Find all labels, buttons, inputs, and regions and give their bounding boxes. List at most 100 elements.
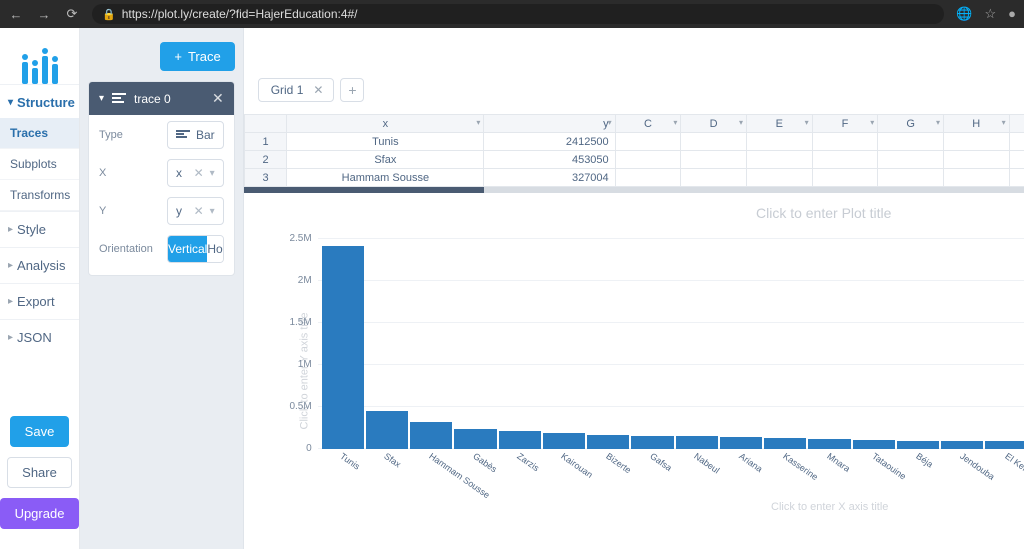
lock-icon: 🔒 bbox=[102, 8, 116, 21]
column-header[interactable]: G▾ bbox=[878, 115, 944, 133]
profile-icon[interactable]: ● bbox=[1008, 6, 1016, 22]
bar[interactable] bbox=[631, 436, 673, 449]
table-row[interactable]: 1Tunis2412500 bbox=[244, 133, 1024, 151]
table-row[interactable]: 3Hammam Sousse327004 bbox=[244, 169, 1024, 187]
add-trace-button[interactable]: + Trace bbox=[160, 42, 234, 71]
orientation-vertical[interactable]: Vertical bbox=[168, 236, 207, 262]
bar[interactable] bbox=[454, 429, 496, 449]
trace-name: trace 0 bbox=[134, 92, 171, 106]
x-tick: Tataouine bbox=[854, 449, 898, 497]
translate-icon[interactable]: 🌐 bbox=[956, 6, 972, 22]
x-tick: Kairouan bbox=[543, 449, 587, 497]
bar[interactable] bbox=[410, 422, 452, 449]
bar-chart-icon bbox=[176, 130, 190, 140]
x-tick: Hammam Sousse bbox=[410, 449, 454, 497]
bar[interactable] bbox=[366, 411, 408, 449]
sidebar-style[interactable]: ▸Style bbox=[0, 211, 79, 247]
bar[interactable] bbox=[808, 439, 850, 449]
back-icon[interactable]: ← bbox=[8, 7, 24, 22]
x-tick: Tunis bbox=[322, 449, 366, 497]
browser-chrome: ← → ⟳ 🔒 https://plot.ly/create/?fid=Haje… bbox=[0, 0, 1024, 28]
bar[interactable] bbox=[985, 441, 1024, 449]
chevron-right-icon: ▸ bbox=[8, 296, 13, 307]
bars-icon bbox=[112, 92, 126, 106]
canvas: ⇪ Import HajerEdu Grid 1 ✕ + x▾y▾C▾D▾E▾F… bbox=[244, 28, 1024, 549]
sidebar-analysis[interactable]: ▸Analysis bbox=[0, 247, 79, 283]
chevron-down-icon: ▾ bbox=[210, 168, 215, 179]
plot-title-placeholder[interactable]: Click to enter Plot title bbox=[244, 205, 1024, 221]
close-icon[interactable]: ✕ bbox=[313, 83, 323, 97]
bar[interactable] bbox=[499, 431, 541, 449]
upgrade-button[interactable]: Upgrade bbox=[0, 498, 79, 529]
column-header[interactable]: D▾ bbox=[681, 115, 747, 133]
chevron-down-icon: ▾ bbox=[99, 93, 104, 104]
url-bar[interactable]: 🔒 https://plot.ly/create/?fid=HajerEduca… bbox=[92, 4, 944, 24]
x-label: X bbox=[99, 167, 159, 179]
x-tick: Bizerte bbox=[588, 449, 632, 497]
column-header[interactable]: I▾ bbox=[1009, 115, 1024, 133]
chart[interactable]: Click to enter Plot title Click to enter… bbox=[244, 193, 1024, 549]
chevron-down-icon: ▾ bbox=[8, 97, 13, 108]
x-tick: Gabès bbox=[455, 449, 499, 497]
chevron-right-icon: ▸ bbox=[8, 332, 13, 343]
column-header[interactable]: E▾ bbox=[746, 115, 812, 133]
x-tick: Kasserine bbox=[765, 449, 809, 497]
sidebar-json[interactable]: ▸JSON bbox=[0, 319, 79, 355]
add-tab-button[interactable]: + bbox=[340, 78, 364, 102]
sidebar-item-traces[interactable]: Traces bbox=[0, 118, 79, 149]
x-tick: Zarzis bbox=[499, 449, 543, 497]
x-axis-title-placeholder[interactable]: Click to enter X axis title bbox=[274, 497, 1024, 515]
trace-accordion: ▾ trace 0 ✕ Type Bar X x ✕▾ Y bbox=[88, 81, 235, 276]
bar[interactable] bbox=[897, 441, 939, 449]
column-header[interactable]: H▾ bbox=[943, 115, 1009, 133]
trace-header[interactable]: ▾ trace 0 ✕ bbox=[89, 82, 234, 115]
orientation-horizontal[interactable]: Horizontal bbox=[207, 236, 223, 262]
save-button[interactable]: Save bbox=[10, 416, 70, 447]
bar[interactable] bbox=[676, 436, 718, 449]
clear-icon[interactable]: ✕ bbox=[194, 166, 204, 180]
tab-grid1[interactable]: Grid 1 ✕ bbox=[258, 78, 335, 102]
plotly-logo bbox=[0, 28, 79, 84]
bar[interactable] bbox=[853, 440, 895, 449]
x-tick: Ariana bbox=[721, 449, 765, 497]
url-text: https://plot.ly/create/?fid=HajerEducati… bbox=[122, 7, 358, 21]
chevron-right-icon: ▸ bbox=[8, 224, 13, 235]
column-header[interactable]: C▾ bbox=[615, 115, 681, 133]
y-label: Y bbox=[99, 205, 159, 217]
plus-icon: + bbox=[174, 49, 182, 64]
star-icon[interactable]: ☆ bbox=[984, 6, 996, 22]
sidebar-export[interactable]: ▸Export bbox=[0, 283, 79, 319]
column-header[interactable]: x▾ bbox=[287, 115, 484, 133]
x-select[interactable]: x ✕▾ bbox=[167, 159, 224, 187]
bar[interactable] bbox=[587, 435, 629, 449]
x-tick: Béja bbox=[898, 449, 942, 497]
type-label: Type bbox=[99, 129, 159, 141]
x-tick: Sfax bbox=[366, 449, 410, 497]
bar[interactable] bbox=[720, 437, 762, 449]
chevron-right-icon: ▸ bbox=[8, 260, 13, 271]
bar[interactable] bbox=[543, 433, 585, 449]
sidebar-structure-label: Structure bbox=[17, 95, 75, 110]
reload-icon[interactable]: ⟳ bbox=[64, 6, 80, 22]
x-tick: Mnara bbox=[809, 449, 853, 497]
orientation-label: Orientation bbox=[99, 243, 159, 255]
bar[interactable] bbox=[764, 438, 806, 449]
y-select[interactable]: y ✕▾ bbox=[167, 197, 224, 225]
sidebar-item-transforms[interactable]: Transforms bbox=[0, 180, 79, 211]
share-button[interactable]: Share bbox=[7, 457, 72, 488]
sidebar-item-subplots[interactable]: Subplots bbox=[0, 149, 79, 180]
column-header[interactable]: y▾ bbox=[484, 115, 615, 133]
table-row[interactable]: 2Sfax453050 bbox=[244, 151, 1024, 169]
x-tick: Nabeul bbox=[676, 449, 720, 497]
clear-icon[interactable]: ✕ bbox=[194, 204, 204, 218]
bar[interactable] bbox=[941, 441, 983, 449]
column-header[interactable]: F▾ bbox=[812, 115, 878, 133]
sidebar-structure[interactable]: ▾ Structure bbox=[0, 84, 79, 118]
bar[interactable] bbox=[322, 246, 364, 449]
x-tick: Gafsa bbox=[632, 449, 676, 497]
x-tick: El Kef bbox=[987, 449, 1024, 497]
type-select[interactable]: Bar bbox=[167, 121, 224, 149]
forward-icon[interactable]: → bbox=[36, 7, 52, 22]
close-icon[interactable]: ✕ bbox=[212, 90, 224, 107]
spreadsheet[interactable]: x▾y▾C▾D▾E▾F▾G▾H▾I▾J▾K▾L▾M▾N▾1Tunis241250… bbox=[244, 114, 1024, 193]
